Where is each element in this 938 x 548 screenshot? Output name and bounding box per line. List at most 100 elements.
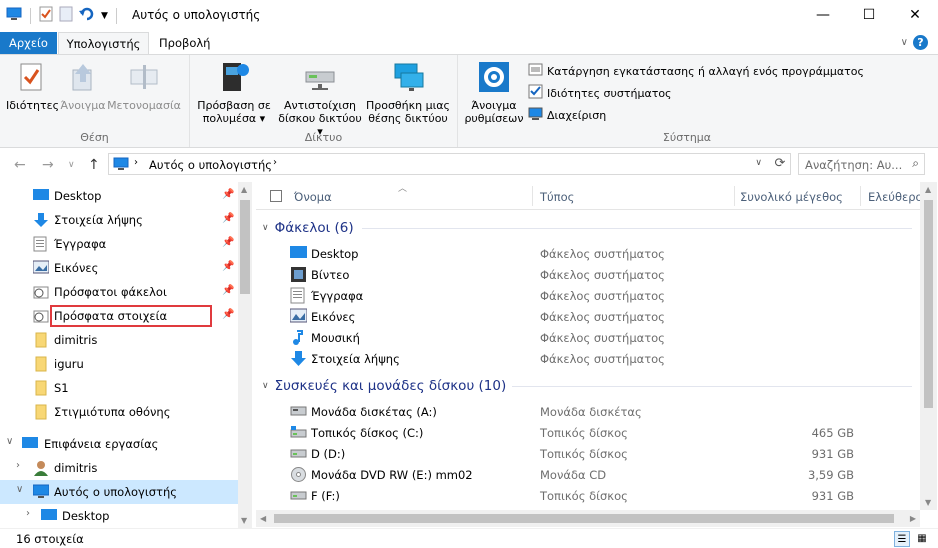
nav-item-folder[interactable]: iguru [0,352,238,376]
details-view-icon[interactable]: ☰ [894,531,910,547]
column-name[interactable]: Όνομα [294,190,332,204]
column-total-size[interactable]: Συνολικό μέγεθος [740,190,843,204]
nav-item-desktop[interactable]: Desktop 📌 [0,184,238,208]
scrollbar-thumb[interactable] [924,200,933,408]
large-icons-view-icon[interactable]: ▦ [914,531,930,547]
maximize-button[interactable]: ☐ [846,0,892,30]
list-item[interactable]: Μονάδα DVD RW (E:) mm02 Μονάδα CD 3,59 G… [288,464,888,485]
scroll-left-arrow-icon[interactable]: ◀ [260,514,266,523]
pin-icon[interactable]: 📌 [222,309,234,320]
list-item[interactable]: D (D:) Τοπικός δίσκος 931 GB [288,443,888,464]
nav-item-downloads[interactable]: Στοιχεία λήψης 📌 [0,208,238,232]
back-arrow-icon[interactable]: ← [14,157,26,173]
column-divider[interactable] [734,186,735,206]
system-properties-button[interactable]: Ιδιότητες συστήματος [528,84,672,102]
close-button[interactable]: ✕ [892,0,938,30]
nav-item-desktop-root[interactable]: ∨ Επιφάνεια εργασίας [0,432,238,456]
pin-icon[interactable]: 📌 [222,213,234,224]
breadcrumb[interactable]: Αυτός ο υπολογιστής [149,158,272,172]
list-item[interactable]: Μουσική Φάκελος συστήματος [288,327,888,348]
expand-chevron-icon[interactable]: › [16,460,20,471]
breadcrumb-chevron-icon[interactable]: › [273,157,277,168]
nav-item-this-pc[interactable]: ∨ Αυτός ο υπολογιστής [0,480,238,504]
column-divider[interactable] [532,186,533,206]
content-vertical-scrollbar[interactable]: ▲ ▼ [920,182,937,510]
collapse-chevron-icon[interactable]: ∨ [16,484,23,495]
column-divider[interactable] [860,186,861,206]
computer-icon[interactable] [6,7,22,24]
pin-icon[interactable]: 📌 [222,189,234,200]
scrollbar-thumb[interactable] [240,200,250,294]
nav-pane-scrollbar[interactable]: ▲ ▼ [238,182,252,528]
item-name: D (D:) [311,447,346,461]
collapse-chevron-icon[interactable]: ∨ [6,436,13,447]
nav-item-folder[interactable]: Στιγμιότυπα οθόνης [0,400,238,424]
recent-locations-chevron-icon[interactable]: ∨ [68,160,75,170]
collapse-ribbon-chevron-icon[interactable]: ∨ [901,37,908,48]
scroll-up-arrow-icon[interactable]: ▲ [925,185,931,194]
nav-item-recent-folders[interactable]: Πρόσφατοι φάκελοι 📌 [0,280,238,304]
customize-toolbar-chevron-icon[interactable]: ▼ [101,11,108,21]
select-all-checkbox[interactable] [270,190,282,202]
scroll-down-arrow-icon[interactable]: ▼ [925,498,931,507]
column-free[interactable]: Ελεύθερο [868,190,920,204]
scroll-down-arrow-icon[interactable]: ▼ [241,516,247,525]
address-dropdown-chevron-icon[interactable]: ∨ [755,158,762,168]
scroll-right-arrow-icon[interactable]: ▶ [910,514,916,523]
list-item[interactable]: Στοιχεία λήψης Φάκελος συστήματος [288,348,888,369]
network-drive-icon [302,59,338,95]
nav-item-documents[interactable]: Έγγραφα 📌 [0,232,238,256]
list-item[interactable]: Εικόνες Φάκελος συστήματος [288,306,888,327]
up-arrow-icon[interactable]: ↑ [88,157,100,173]
rename-button[interactable]: Μετονομασία [106,59,182,112]
list-item[interactable]: Βίντεο Φάκελος συστήματος [288,264,888,285]
group-header-folders[interactable]: ∨ Φάκελοι (6) [262,218,912,238]
collapse-chevron-icon[interactable]: ∨ [262,381,269,391]
map-network-drive-button[interactable]: Αντιστοίχιση δίσκου δικτύου ▾ [278,59,362,138]
search-input[interactable]: Αναζήτηση: Αυ... ⌕ [798,153,925,175]
pin-icon[interactable]: 📌 [222,285,234,296]
list-item[interactable]: Μονάδα δισκέτας (A:) Μονάδα δισκέτας [288,401,888,422]
media-server-icon [216,59,252,95]
address-bar[interactable]: › Αυτός ο υπολογιστής › ∨ [108,153,791,175]
breadcrumb-chevron-icon[interactable]: › [134,157,138,168]
undo-icon[interactable] [79,7,95,24]
media-access-label: Πρόσβαση σε [197,99,271,112]
tab-computer[interactable]: Υπολογιστής [58,32,149,54]
expand-chevron-icon[interactable]: › [26,508,30,519]
pin-icon[interactable]: 📌 [222,261,234,272]
list-item[interactable]: Desktop Φάκελος συστήματος [288,243,888,264]
new-folder-icon[interactable] [59,6,73,25]
item-type: Μονάδα CD [540,468,607,482]
nav-item-desktop-child[interactable]: › Desktop [0,504,238,528]
tab-file[interactable]: Αρχείο [0,32,57,54]
uninstall-program-button[interactable]: Κατάργηση εγκατάστασης ή αλλαγή ενός προ… [528,62,864,80]
content-horizontal-scrollbar[interactable]: ◀ ▶ [256,510,920,527]
nav-item-user[interactable]: › dimitris [0,456,238,480]
manage-button[interactable]: Διαχείριση [528,106,606,124]
nav-item-folder[interactable]: S1 [0,376,238,400]
list-item[interactable]: Έγγραφα Φάκελος συστήματος [288,285,888,306]
nav-item-pictures[interactable]: Εικόνες 📌 [0,256,238,280]
open-button[interactable]: Άνοιγμα [58,59,108,112]
minimize-button[interactable]: — [800,0,846,30]
tab-view[interactable]: Προβολή [150,32,219,54]
help-icon[interactable]: ? [913,35,928,50]
collapse-chevron-icon[interactable]: ∨ [262,223,269,233]
properties-check-icon[interactable] [39,6,53,25]
column-type[interactable]: Τύπος [540,190,574,204]
properties-button[interactable]: Ιδιότητες [6,59,59,112]
list-item[interactable]: F (F:) Τοπικός δίσκος 931 GB [288,485,888,506]
group-label-location: Θέση [80,131,109,144]
refresh-button[interactable]: ⟳ [770,153,791,175]
open-settings-button[interactable]: Άνοιγμα ρυθμίσεων [462,59,526,125]
forward-arrow-icon[interactable]: → [42,157,54,173]
scroll-up-arrow-icon[interactable]: ▲ [241,185,247,194]
add-network-location-button[interactable]: Προσθήκη μιας θέσης δικτύου [364,59,452,125]
pin-icon[interactable]: 📌 [222,237,234,248]
list-item[interactable]: Τοπικός δίσκος (C:) Τοπικός δίσκος 465 G… [288,422,888,443]
media-access-button[interactable]: Πρόσβαση σε πολυμέσα ▾ [194,59,274,125]
nav-item-folder[interactable]: dimitris [0,328,238,352]
group-header-devices[interactable]: ∨ Συσκευές και μονάδες δίσκου (10) [262,376,912,396]
scrollbar-thumb[interactable] [274,514,894,523]
